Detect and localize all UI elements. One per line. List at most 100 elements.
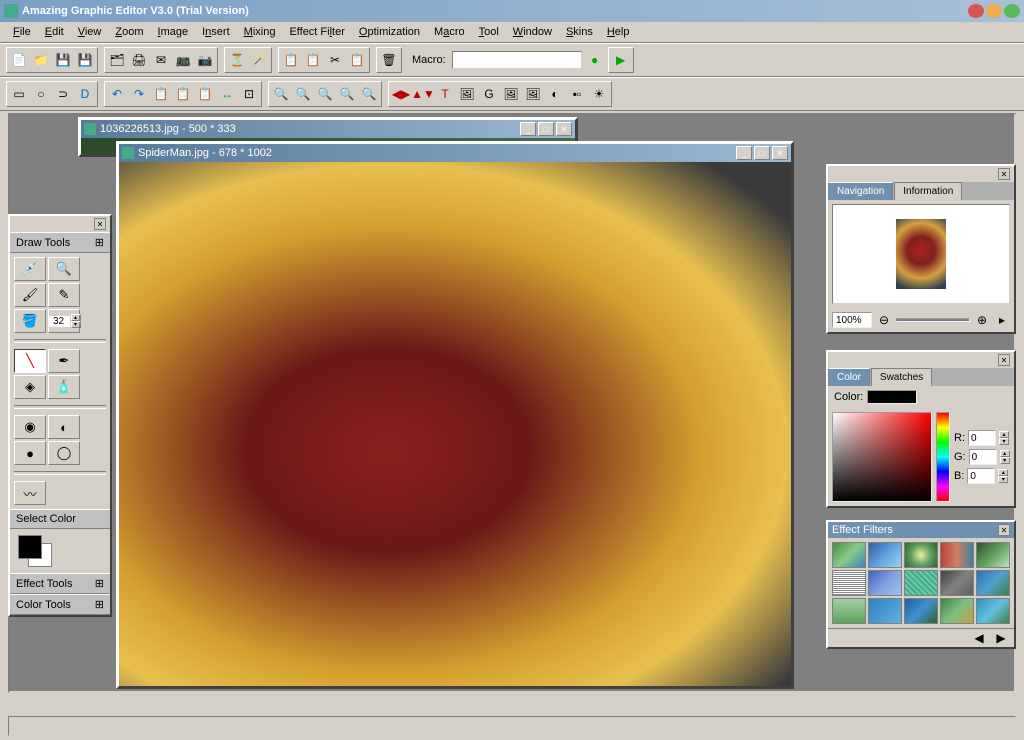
image-window-2[interactable]: SpiderMan.jpg - 678 * 1002 _ □ ✕ [116,141,794,689]
hue-slider[interactable] [936,412,950,502]
line-size-input[interactable] [48,316,70,327]
menu-insert[interactable]: Insert [195,24,237,40]
select-lasso-button[interactable]: ⊃ [52,83,74,105]
zoom-out-nav-button[interactable]: ⊖ [876,312,892,328]
effects-button[interactable]: 🖼 [522,83,544,105]
menu-tool[interactable]: Tool [472,24,506,40]
copy-button[interactable]: 📋 [280,49,302,71]
contrast-button[interactable]: ◐ [544,83,566,105]
image-2-minimize-button[interactable]: _ [736,146,752,160]
curve-tool[interactable]: 〰 [14,481,46,505]
zoom-input[interactable] [832,312,872,328]
effects-next-button[interactable]: ▶ [994,631,1008,645]
circle-gradient-tool[interactable]: ◐ [48,415,80,439]
save-as-button[interactable]: 💾 [74,49,96,71]
open-button[interactable]: 📁 [30,49,52,71]
color-tools-header[interactable]: Color Tools ⊞ [10,594,110,615]
clipboard-paste-button[interactable]: 📋 [194,83,216,105]
levels-button[interactable]: ▪▫ [566,83,588,105]
image-1-maximize-button[interactable]: □ [538,122,554,136]
eyedropper-tool[interactable]: 💉 [14,257,46,281]
select-polygon-button[interactable]: D [74,83,96,105]
color-close-button[interactable]: ✕ [998,354,1010,366]
ring-tool[interactable]: ◯ [48,441,80,465]
effects-close-button[interactable]: ✕ [998,524,1010,536]
paste-special-button[interactable]: 📋 [346,49,368,71]
r-down[interactable]: ▾ [999,438,1009,445]
r-input[interactable] [968,430,996,446]
timer-button[interactable]: ⏳ [226,49,248,71]
zoom-in-button[interactable]: 🔍 [292,83,314,105]
image-2-maximize-button[interactable]: □ [754,146,770,160]
delete-button[interactable]: 🗑 [378,49,400,71]
scan-button[interactable]: 📠 [172,49,194,71]
swatches-tab[interactable]: Swatches [871,368,932,386]
menu-help[interactable]: Help [600,24,637,40]
macro-record-button[interactable]: ● [584,49,606,71]
image-adjust-button[interactable]: 🖼 [456,83,478,105]
line-tool[interactable]: ╲ [14,349,46,373]
r-up[interactable]: ▴ [999,431,1009,438]
information-tab[interactable]: Information [894,182,962,200]
size-down-button[interactable]: ▾ [71,321,81,328]
zoom-in-nav-button[interactable]: ⊕ [974,312,990,328]
menu-zoom[interactable]: Zoom [108,24,150,40]
g-down[interactable]: ▾ [1000,457,1010,464]
effects-titlebar[interactable]: Effect Filters ✕ [828,522,1014,538]
color-balance-button[interactable]: G [478,83,500,105]
menu-skins[interactable]: Skins [559,24,600,40]
color-field-picker[interactable] [832,412,932,502]
effect-filter-14[interactable] [976,598,1010,624]
menu-view[interactable]: View [71,24,109,40]
flip-v-button[interactable]: ▲▼ [412,83,434,105]
spray-tool[interactable]: 🧴 [48,375,80,399]
undo-button[interactable]: ↶ [106,83,128,105]
menu-file[interactable]: File [6,24,38,40]
draw-tools-close-button[interactable]: ✕ [94,218,106,230]
flip-h-button[interactable]: ◀▶ [390,83,412,105]
effect-filter-11[interactable] [868,598,902,624]
shape-tool[interactable]: ◈ [14,375,46,399]
color-tab[interactable]: Color [828,368,870,386]
clipboard-cut-button[interactable]: 📋 [150,83,172,105]
nav-panel-titlebar[interactable]: ✕ [828,166,1014,182]
b-input[interactable] [967,468,995,484]
effect-filter-5[interactable] [832,570,866,596]
g-up[interactable]: ▴ [1000,450,1010,457]
effect-filter-8[interactable] [940,570,974,596]
effect-filter-0[interactable] [832,542,866,568]
menu-mixing[interactable]: Mixing [237,24,283,40]
select-color-header[interactable]: Select Color [10,509,110,529]
browse-button[interactable]: 🗂 [106,49,128,71]
effect-filter-7[interactable] [904,570,938,596]
select-rect-button[interactable]: ▭ [8,83,30,105]
effects-prev-button[interactable]: ◀ [972,631,986,645]
move-button[interactable]: ↔ [216,83,238,105]
crop-button[interactable]: ⊡ [238,83,260,105]
pen-tool[interactable]: ✒ [48,349,80,373]
fill-tool[interactable]: 🪣 [14,309,46,333]
effect-filter-1[interactable] [868,542,902,568]
menu-effect-filter[interactable]: Effect Filter [282,24,351,40]
save-button[interactable]: 💾 [52,49,74,71]
brush-tool[interactable]: 🖌 [14,283,46,307]
b-down[interactable]: ▾ [998,476,1008,483]
print-button[interactable]: 🖨 [128,49,150,71]
image-window-1-titlebar[interactable]: 1036226513.jpg - 500 * 333 _ □ ✕ [81,120,575,138]
pencil-tool[interactable]: ✎ [48,283,80,307]
draw-tools-header[interactable]: Draw Tools ⊞ [10,232,110,253]
current-color-swatch[interactable] [867,390,917,404]
image-1-minimize-button[interactable]: _ [520,122,536,136]
text-button[interactable]: T [434,83,456,105]
wizard-button[interactable]: 🪄 [248,49,270,71]
close-button[interactable] [1004,4,1020,18]
paste-button[interactable]: 📋 [302,49,324,71]
nav-options-button[interactable]: ▸ [994,312,1010,328]
zoom-100-button[interactable]: 🔍 [336,83,358,105]
b-up[interactable]: ▴ [998,469,1008,476]
menu-image[interactable]: Image [151,24,196,40]
maximize-button[interactable] [986,4,1002,18]
filled-circle2-tool[interactable]: ● [14,441,46,465]
image-1-close-button[interactable]: ✕ [556,122,572,136]
image-window-2-titlebar[interactable]: SpiderMan.jpg - 678 * 1002 _ □ ✕ [119,144,791,162]
